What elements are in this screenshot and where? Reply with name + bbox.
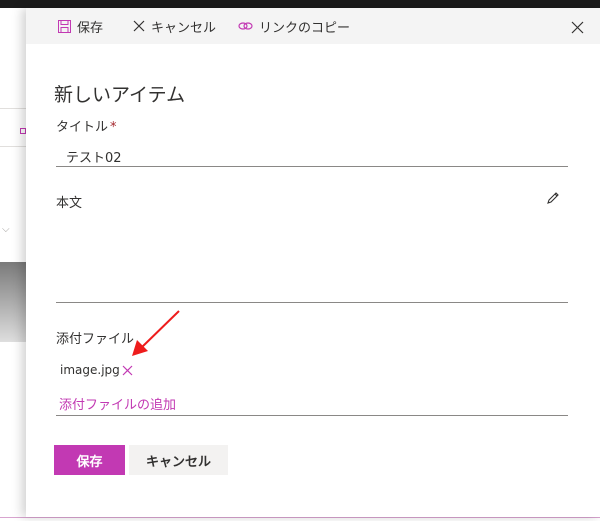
cancel-button[interactable]: キャンセル: [129, 445, 228, 475]
attachments-underline: [56, 415, 568, 416]
attachments-label: 添付ファイル: [56, 332, 135, 347]
cancel-icon: [133, 20, 145, 32]
toolbar-cancel-button[interactable]: キャンセル: [125, 8, 224, 44]
toolbar-copy-link-label: リンクのコピー: [259, 20, 351, 36]
save-icon: [58, 19, 71, 33]
link-icon: [238, 22, 253, 30]
toolbar-save-label: 保存: [77, 20, 104, 36]
background-image: [0, 262, 26, 342]
edit-body-button[interactable]: [546, 190, 560, 209]
background-divider: [0, 108, 26, 109]
title-field-label: タイトル *: [56, 116, 117, 135]
toolbar-save-button[interactable]: 保存: [50, 8, 111, 44]
add-attachment-link[interactable]: 添付ファイルの追加: [59, 394, 176, 413]
title-input-underline: [56, 166, 568, 167]
remove-attachment-icon: [122, 365, 133, 376]
body-input-underline: [56, 302, 568, 303]
attachment-file-name: image.jpg: [60, 363, 120, 377]
background-divider: [0, 146, 26, 147]
toolbar-copy-link-button[interactable]: リンクのコピー: [230, 8, 358, 44]
close-icon: [571, 21, 584, 34]
close-button[interactable]: [571, 19, 584, 38]
background-bottom-border: [0, 517, 600, 518]
title-label-text: タイトル: [56, 120, 109, 135]
pencil-icon: [547, 192, 559, 204]
new-item-panel: 保存 キャンセル リンクのコピー 新しいアイテム タイトル* テスト02 本文: [26, 8, 600, 517]
title-input[interactable]: テスト02: [66, 147, 122, 166]
background-top-bar: [0, 0, 600, 8]
background-chevron-icon: ⌵: [2, 224, 10, 235]
toolbar-cancel-label: キャンセル: [151, 20, 217, 36]
body-input[interactable]: [56, 208, 568, 302]
panel-title: 新しいアイテム: [54, 84, 186, 106]
required-marker: *: [110, 120, 117, 135]
remove-attachment-button[interactable]: [122, 361, 133, 380]
save-button[interactable]: 保存: [54, 445, 125, 475]
command-bar: 保存 キャンセル リンクのコピー: [26, 8, 600, 44]
